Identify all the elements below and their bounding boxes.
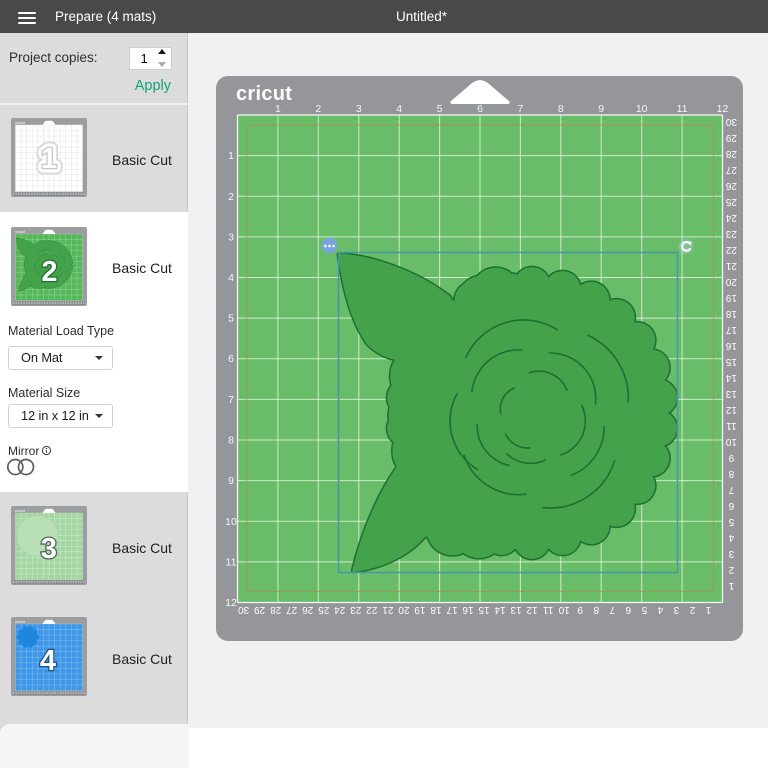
svg-text:25: 25 <box>318 604 330 615</box>
svg-text:21: 21 <box>382 604 394 615</box>
svg-text:5: 5 <box>641 604 647 615</box>
svg-text:12: 12 <box>225 597 237 609</box>
svg-text:1: 1 <box>728 580 734 591</box>
svg-text:6: 6 <box>625 604 631 615</box>
svg-text:2: 2 <box>689 604 695 615</box>
svg-text:27: 27 <box>725 164 737 175</box>
svg-text:14: 14 <box>725 372 737 383</box>
svg-text:13: 13 <box>510 604 522 615</box>
svg-text:12: 12 <box>725 404 737 415</box>
svg-text:17: 17 <box>446 604 458 615</box>
svg-text:4: 4 <box>657 604 663 615</box>
svg-text:cricut: cricut <box>236 83 292 105</box>
svg-text:24: 24 <box>725 212 737 223</box>
svg-text:9: 9 <box>228 475 234 487</box>
svg-text:15: 15 <box>725 356 737 367</box>
svg-text:10: 10 <box>225 516 237 528</box>
svg-text:4: 4 <box>228 272 234 284</box>
svg-text:cricut: cricut <box>15 509 26 513</box>
svg-text:27: 27 <box>286 604 298 615</box>
svg-text:13: 13 <box>725 388 737 399</box>
svg-text:10: 10 <box>636 103 648 115</box>
svg-text:17: 17 <box>725 324 737 335</box>
svg-text:12: 12 <box>526 604 538 615</box>
svg-text:1: 1 <box>705 604 711 615</box>
svg-text:9: 9 <box>598 103 604 115</box>
svg-text:10: 10 <box>725 436 737 447</box>
svg-text:2: 2 <box>228 191 234 203</box>
svg-text:4: 4 <box>396 103 402 115</box>
svg-text:2: 2 <box>728 564 734 575</box>
svg-text:11: 11 <box>226 556 237 568</box>
svg-text:3: 3 <box>728 548 734 559</box>
svg-text:8: 8 <box>558 103 564 115</box>
svg-text:3: 3 <box>40 533 56 565</box>
svg-text:24: 24 <box>334 604 346 615</box>
svg-text:30: 30 <box>238 604 250 615</box>
svg-text:6: 6 <box>228 353 234 365</box>
svg-text:8: 8 <box>228 435 234 447</box>
svg-text:8: 8 <box>593 604 599 615</box>
svg-text:7: 7 <box>609 604 615 615</box>
svg-text:12: 12 <box>717 103 729 115</box>
svg-text:20: 20 <box>398 604 410 615</box>
svg-text:11: 11 <box>726 420 737 431</box>
svg-text:9: 9 <box>728 452 734 463</box>
svg-text:23: 23 <box>725 228 737 239</box>
svg-text:16: 16 <box>462 604 474 615</box>
svg-text:23: 23 <box>350 604 362 615</box>
svg-text:4: 4 <box>39 645 55 677</box>
svg-text:3: 3 <box>228 231 234 243</box>
svg-text:1: 1 <box>228 150 234 162</box>
svg-text:1: 1 <box>275 103 281 115</box>
svg-text:3: 3 <box>356 103 362 115</box>
svg-text:18: 18 <box>725 308 737 319</box>
svg-text:5: 5 <box>437 103 443 115</box>
svg-text:20: 20 <box>725 276 737 287</box>
svg-text:29: 29 <box>254 604 266 615</box>
svg-text:19: 19 <box>414 604 426 615</box>
svg-text:25: 25 <box>725 196 737 207</box>
svg-text:cricut: cricut <box>15 620 26 624</box>
svg-text:2: 2 <box>315 103 321 115</box>
svg-text:11: 11 <box>677 103 688 115</box>
svg-text:3: 3 <box>673 604 679 615</box>
svg-text:18: 18 <box>430 604 442 615</box>
svg-text:16: 16 <box>725 340 737 351</box>
svg-text:28: 28 <box>725 148 737 159</box>
svg-text:7: 7 <box>728 484 734 495</box>
svg-text:7: 7 <box>517 103 523 115</box>
svg-text:15: 15 <box>478 604 490 615</box>
svg-text:5: 5 <box>228 313 234 325</box>
svg-text:9: 9 <box>577 604 583 615</box>
svg-text:4: 4 <box>728 532 734 543</box>
svg-text:5: 5 <box>728 516 734 527</box>
svg-text:1: 1 <box>40 143 56 175</box>
svg-text:14: 14 <box>494 604 506 615</box>
svg-text:21: 21 <box>725 260 737 271</box>
svg-text:6: 6 <box>477 103 483 115</box>
svg-text:10: 10 <box>558 604 570 615</box>
svg-text:29: 29 <box>725 132 737 143</box>
svg-text:7: 7 <box>228 394 234 406</box>
svg-text:22: 22 <box>366 604 378 615</box>
svg-text:11: 11 <box>543 604 554 615</box>
svg-text:28: 28 <box>270 604 282 615</box>
svg-text:26: 26 <box>725 180 737 191</box>
svg-text:cricut: cricut <box>15 121 26 125</box>
svg-text:19: 19 <box>725 292 737 303</box>
svg-text:8: 8 <box>728 468 734 479</box>
svg-text:cricut: cricut <box>15 230 26 234</box>
svg-text:30: 30 <box>725 116 737 127</box>
svg-text:26: 26 <box>302 604 314 615</box>
svg-text:22: 22 <box>725 244 737 255</box>
svg-text:2: 2 <box>41 256 57 288</box>
svg-text:6: 6 <box>728 500 734 511</box>
